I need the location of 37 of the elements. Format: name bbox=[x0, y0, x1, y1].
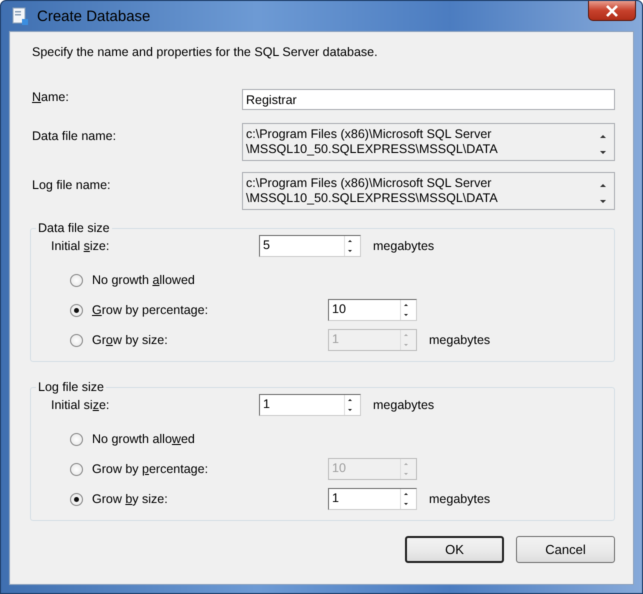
cancel-button[interactable]: Cancel bbox=[516, 536, 615, 563]
option-label: No growth allowed bbox=[92, 273, 196, 287]
radio-button[interactable] bbox=[70, 304, 83, 316]
ok-button[interactable]: OK bbox=[405, 536, 504, 563]
number-spinner[interactable]: 1 bbox=[259, 394, 361, 416]
name-label: Name: bbox=[32, 89, 70, 106]
option-label: Grow by percentage: bbox=[92, 303, 210, 317]
option-label: Grow by size: bbox=[92, 333, 169, 347]
option-label: Grow by percentage: bbox=[92, 462, 210, 476]
radio-button[interactable] bbox=[70, 334, 83, 346]
initial-size-label: Initial size: bbox=[51, 239, 110, 253]
option-label: No growth allowed bbox=[92, 432, 196, 446]
option-label: Grow by size: bbox=[92, 492, 169, 506]
unit-label: megabytes bbox=[429, 333, 490, 347]
initial-size-label: Initial size: bbox=[51, 398, 110, 412]
description-text: Specify the name and properties for the SQL Server database. bbox=[32, 45, 379, 59]
number-spinner[interactable]: 1 bbox=[328, 488, 417, 510]
database-icon bbox=[11, 7, 29, 25]
group-title: Data file size bbox=[37, 221, 111, 235]
radio-button[interactable] bbox=[70, 432, 83, 446]
window-title: Create Database bbox=[37, 8, 150, 24]
number-spinner[interactable]: 10 bbox=[328, 299, 417, 321]
unit-label: megabytes bbox=[373, 398, 434, 412]
close-button[interactable] bbox=[588, 1, 636, 21]
radio-button[interactable] bbox=[70, 274, 83, 286]
radio-button[interactable] bbox=[70, 462, 83, 476]
unit-label: megabytes bbox=[373, 239, 434, 253]
file-path-field[interactable]: c:\Program Files (x86)\Microsoft SQL Server \MSSQL10_50.SQLEXPRESS\MSSQL\DATA bbox=[242, 172, 615, 210]
file-name-label: Data file name: bbox=[32, 128, 118, 145]
close-icon bbox=[605, 4, 619, 16]
file-path-field[interactable]: c:\Program Files (x86)\Microsoft SQL Server \MSSQL10_50.SQLEXPRESS\MSSQL\DATA bbox=[242, 123, 615, 161]
name-field[interactable]: Registrar bbox=[242, 89, 615, 110]
number-spinner[interactable]: 5 bbox=[259, 235, 361, 257]
file-name-label: Log file name: bbox=[32, 177, 112, 194]
group-title: Log file size bbox=[37, 380, 106, 394]
radio-button[interactable] bbox=[70, 492, 83, 506]
unit-label: megabytes bbox=[429, 492, 490, 506]
